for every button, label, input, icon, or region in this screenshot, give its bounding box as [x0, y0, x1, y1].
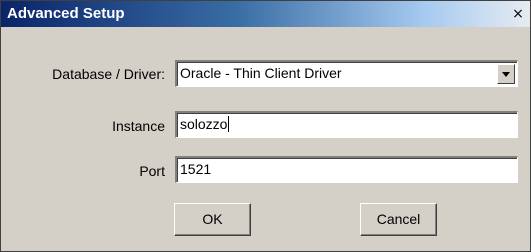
dropdown-button[interactable] — [497, 64, 515, 84]
close-icon[interactable]: × — [510, 6, 526, 22]
title-bar[interactable]: Advanced Setup × — [1, 1, 530, 27]
database-driver-value: Oracle - Thin Client Driver — [180, 65, 342, 81]
instance-label: Instance — [112, 118, 165, 134]
instance-value: solozzo — [180, 116, 228, 132]
chevron-down-icon — [502, 72, 510, 77]
database-driver-label: Database / Driver: — [52, 66, 165, 82]
window-title: Advanced Setup — [7, 5, 125, 22]
cancel-button[interactable]: Cancel — [360, 203, 437, 236]
text-caret — [228, 116, 230, 132]
port-label: Port — [139, 163, 165, 179]
port-input[interactable]: 1521 — [175, 156, 518, 183]
ok-button[interactable]: OK — [174, 203, 251, 236]
advanced-setup-dialog: Advanced Setup × Database / Driver: Orac… — [0, 0, 531, 252]
database-driver-select[interactable]: Oracle - Thin Client Driver — [175, 60, 518, 87]
instance-input[interactable]: solozzo — [175, 111, 518, 138]
port-value: 1521 — [180, 161, 212, 177]
